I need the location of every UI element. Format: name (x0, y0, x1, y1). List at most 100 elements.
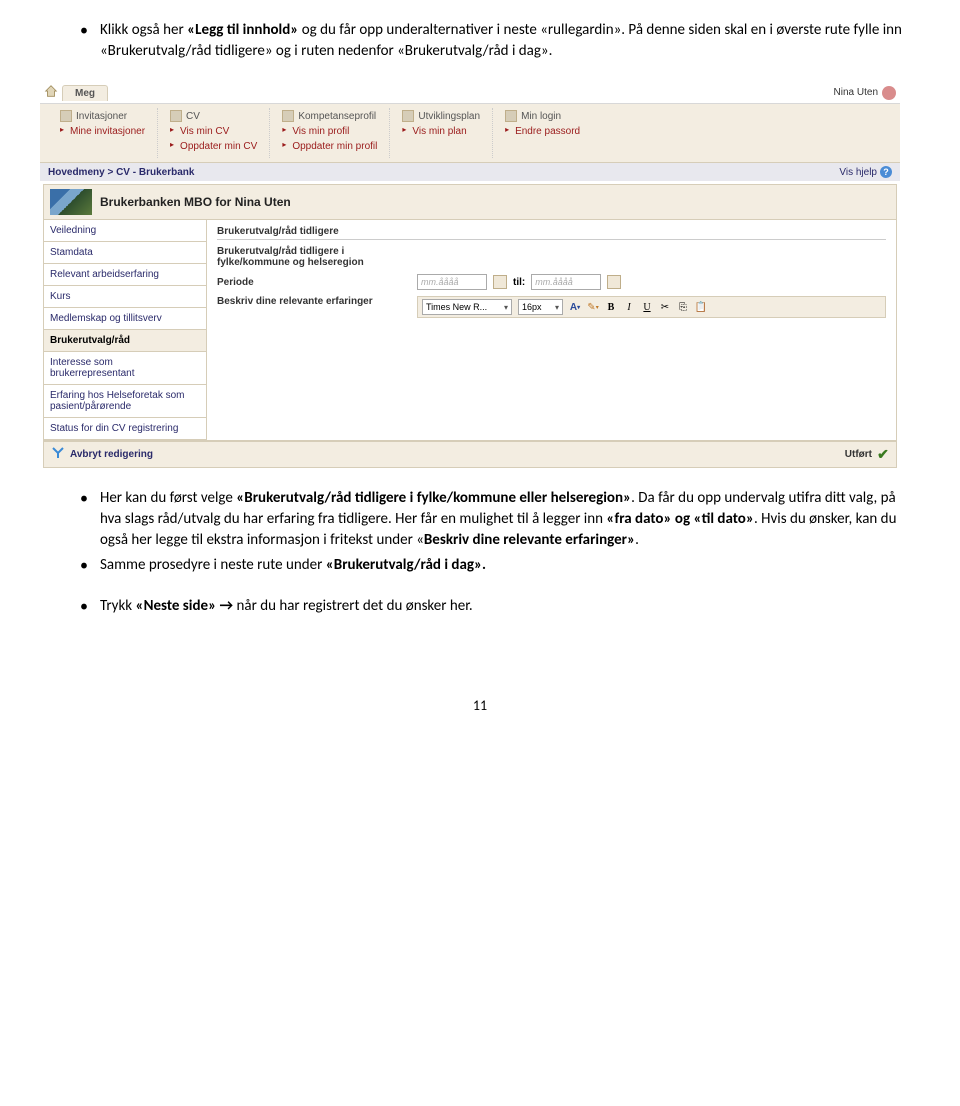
avatar-icon (882, 86, 896, 100)
nav-col-kompetanse: Kompetanseprofil Vis min profil Oppdater… (270, 108, 390, 158)
cut-icon[interactable]: ✂ (659, 301, 671, 313)
nav-col-invitasjoner: Invitasjoner Mine invitasjoner (48, 108, 158, 158)
nav-head[interactable]: CV (170, 110, 257, 122)
font-select[interactable]: Times New R...▾ (422, 299, 512, 315)
bullet-item: Klikk også her «Legg til innhold» og du … (80, 20, 910, 62)
bold-text: «Brukerutvalg/råd tidligere i fylke/komm… (236, 489, 631, 507)
bullet-item: Samme prosedyre i neste rute under «Bruk… (80, 555, 910, 576)
nav-link[interactable]: Mine invitasjoner (60, 124, 145, 139)
bold-icon[interactable]: B (605, 301, 617, 313)
page-number: 11 (50, 697, 910, 714)
nav-col-utvikling: Utviklingsplan Vis min plan (390, 108, 493, 158)
nav-head[interactable]: Min login (505, 110, 580, 122)
label-periode: Periode (217, 277, 417, 288)
nav-head[interactable]: Kompetanseprofil (282, 110, 377, 122)
row-periode: Periode mm.åååå til: mm.åååå (217, 274, 886, 290)
sidebar-item-arbeidserfaring[interactable]: Relevant arbeidserfaring (44, 264, 206, 286)
done-button[interactable]: Utført ✔ (845, 448, 890, 462)
nav-link[interactable]: Oppdater min CV (170, 139, 257, 154)
row-beskriv: Beskriv dine relevante erfaringer Times … (217, 296, 886, 326)
textcolor-icon[interactable]: A▾ (569, 301, 581, 313)
help-label: Vis hjelp (839, 167, 877, 178)
person-icon (282, 110, 294, 122)
nav-link[interactable]: Endre passord (505, 124, 580, 139)
user-display[interactable]: Nina Uten (834, 86, 896, 100)
nav-col-cv: CV Vis min CV Oppdater min CV (158, 108, 270, 158)
nav-link[interactable]: Oppdater min profil (282, 139, 377, 154)
row-tidligere: Brukerutvalg/råd tidligere i fylke/kommu… (217, 246, 886, 268)
calendar-icon[interactable] (493, 275, 507, 289)
sidebar-item-veiledning[interactable]: Veiledning (44, 220, 206, 242)
nav-title: Min login (521, 111, 561, 122)
text: når du har registrert det du ønsker her. (237, 597, 473, 615)
nav-col-login: Min login Endre passord (493, 108, 592, 158)
page-title: Brukerbanken MBO for Nina Uten (100, 195, 291, 209)
nav-link[interactable]: Vis min CV (170, 124, 257, 139)
home-icon[interactable] (44, 84, 62, 101)
sidebar-item-medlemskap[interactable]: Medlemskap og tillitsverv (44, 308, 206, 330)
date-to-input[interactable]: mm.åååå (531, 274, 601, 290)
bold-text: «Brukerutvalg/råd i dag». (326, 556, 486, 574)
nav-head[interactable]: Utviklingsplan (402, 110, 480, 122)
content-body: Veiledning Stamdata Relevant arbeidserfa… (43, 220, 897, 441)
paste-icon[interactable]: 📋 (695, 301, 707, 313)
bullet-item: Trykk «Neste side» → når du har registre… (80, 596, 910, 617)
text: Samme prosedyre i neste rute under (100, 556, 326, 574)
document-icon (170, 110, 182, 122)
bullet-item: Her kan du først velge «Brukerutvalg/råd… (80, 488, 910, 551)
done-label: Utført (845, 449, 872, 460)
editor-toolbar: Times New R...▾ 16px▾ A▾ ✎▾ B I U ✂ ⎘ 📋 (417, 296, 886, 318)
check-icon: ✔ (876, 448, 890, 462)
help-link[interactable]: Vis hjelp ? (839, 166, 892, 178)
nav-link[interactable]: Vis min plan (402, 124, 480, 139)
app-screenshot: Meg Nina Uten Invitasjoner Mine invitasj… (40, 82, 900, 468)
italic-icon[interactable]: I (623, 301, 635, 313)
label-til: til: (513, 277, 525, 288)
key-icon (505, 110, 517, 122)
footer-bar: Avbryt redigering Utført ✔ (43, 441, 897, 468)
tab-meg[interactable]: Meg (62, 85, 108, 101)
bullets-last: Trykk «Neste side» → når du har registre… (50, 596, 910, 617)
text: . (635, 531, 639, 549)
nav-title: Utviklingsplan (418, 111, 480, 122)
tab-label: Meg (75, 88, 95, 99)
arrow-icon: → (220, 597, 237, 615)
help-icon: ? (880, 166, 892, 178)
cancel-icon (50, 445, 66, 464)
nav-title: Invitasjoner (76, 111, 127, 122)
folder-icon (60, 110, 72, 122)
bold-text: «Legg til innhold» (187, 21, 302, 39)
copy-icon[interactable]: ⎘ (677, 301, 689, 313)
breadcrumb[interactable]: Hovedmeny > CV - Brukerbank (48, 167, 194, 178)
chevron-down-icon: ▾ (504, 303, 508, 312)
sidebar-item-status[interactable]: Status for din CV registrering (44, 418, 206, 440)
label-tidligere: Brukerutvalg/råd tidligere i fylke/kommu… (217, 246, 417, 268)
size-select[interactable]: 16px▾ (518, 299, 563, 315)
calendar-icon[interactable] (607, 275, 621, 289)
text: Trykk (100, 597, 136, 615)
sidebar: Veiledning Stamdata Relevant arbeidserfa… (43, 220, 207, 441)
bullets-top: Klikk også her «Legg til innhold» og du … (50, 20, 910, 62)
label-beskriv: Beskriv dine relevante erfaringer (217, 296, 417, 307)
nav-title: Kompetanseprofil (298, 111, 376, 122)
nav-link[interactable]: Vis min profil (282, 124, 377, 139)
section-title: Brukerutvalg/råd tidligere (217, 226, 886, 240)
underline-icon[interactable]: U (641, 301, 653, 313)
nav-head[interactable]: Invitasjoner (60, 110, 145, 122)
main-panel: Brukerutvalg/råd tidligere Brukerutvalg/… (207, 220, 897, 441)
sidebar-item-interesse[interactable]: Interesse som brukerrepresentant (44, 352, 206, 385)
date-from-input[interactable]: mm.åååå (417, 274, 487, 290)
highlight-icon[interactable]: ✎▾ (587, 301, 599, 313)
banner-image (50, 189, 92, 215)
text: Her kan du først velge (100, 489, 236, 507)
topbar: Meg Nina Uten (40, 82, 900, 104)
user-name: Nina Uten (834, 87, 878, 98)
breadcrumb-bar: Hovedmeny > CV - Brukerbank Vis hjelp ? (40, 163, 900, 181)
sidebar-item-stamdata[interactable]: Stamdata (44, 242, 206, 264)
bold-text: «fra dato» og «til dato» (606, 510, 754, 528)
sidebar-item-erfaring[interactable]: Erfaring hos Helseforetak som pasient/på… (44, 385, 206, 418)
bullets-bottom: Her kan du først velge «Brukerutvalg/råd… (50, 488, 910, 576)
cancel-button[interactable]: Avbryt redigering (50, 445, 153, 464)
sidebar-item-kurs[interactable]: Kurs (44, 286, 206, 308)
sidebar-item-brukerutvalg[interactable]: Brukerutvalg/råd (44, 330, 206, 352)
